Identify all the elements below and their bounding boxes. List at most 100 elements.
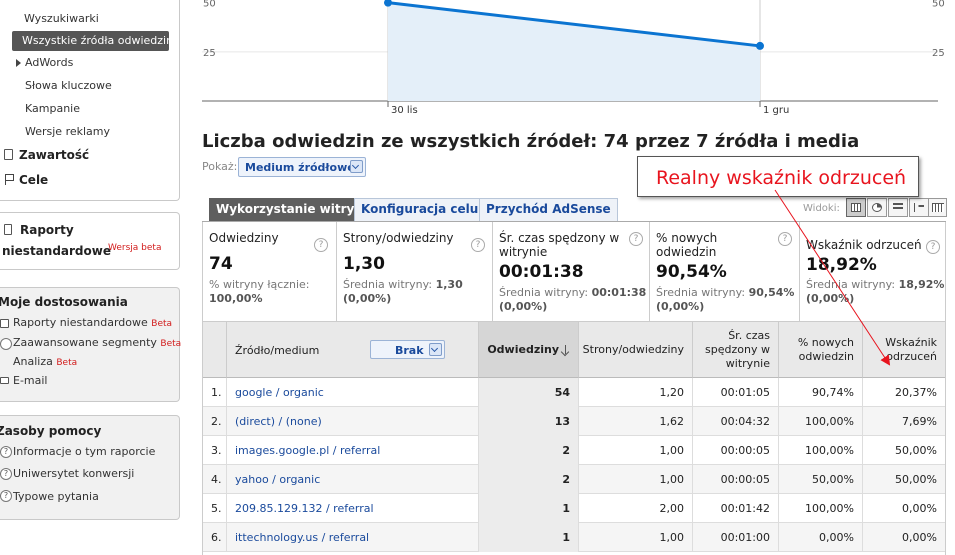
chart-area bbox=[388, 2, 760, 102]
sidebar-section-goals[interactable]: Cele bbox=[19, 173, 48, 187]
th-avg-time[interactable]: Śr. czas spędzony w witrynie bbox=[693, 322, 779, 378]
compare-view-icon[interactable] bbox=[909, 198, 929, 217]
cell-pages-per-visit: 1,00 bbox=[579, 523, 693, 552]
cell-source: images.google.pl / referral bbox=[227, 436, 479, 465]
cell-bounce-rate: 50,00% bbox=[895, 473, 937, 486]
help-item-about-report[interactable]: Informacje o tym raporcie bbox=[13, 445, 155, 458]
source-link[interactable]: 209.85.129.132 / referral bbox=[235, 502, 374, 515]
custom-reports-title-2[interactable]: niestandardowe bbox=[2, 244, 111, 258]
metric-label: % nowych odwiedzin bbox=[656, 231, 718, 259]
bar-view-icon[interactable] bbox=[888, 198, 908, 217]
metric-value: 18,92% bbox=[806, 255, 877, 275]
table-row: 6. ittechnology.us / referral 1 1,00 00:01:0… bbox=[203, 523, 945, 552]
metric-avg-time: Śr. czas spędzony w witrynie ? 00:01:38 … bbox=[493, 222, 650, 322]
expand-triangle-icon[interactable] bbox=[16, 59, 21, 67]
help-icon[interactable]: ? bbox=[629, 232, 643, 246]
sidebar-item-analysis[interactable]: Analiza Beta bbox=[13, 355, 77, 368]
source-link[interactable]: yahoo / organic bbox=[235, 473, 320, 486]
sidebar-item-advanced-segments[interactable]: Zaawansowane segmenty Beta bbox=[13, 336, 181, 349]
metric-value: 90,54% bbox=[656, 262, 727, 282]
help-icon[interactable]: ? bbox=[926, 240, 940, 254]
table-row: 1. google / organic 54 1,20 00:01:05 90,74% 20… bbox=[203, 378, 945, 407]
pie-view-icon[interactable] bbox=[867, 198, 887, 217]
th-pages-per-visit[interactable]: Strony/odwiedziny bbox=[579, 322, 693, 378]
metric-value: 74 bbox=[209, 254, 233, 274]
help-item-conversion-university[interactable]: Uniwersytet konwersji bbox=[13, 467, 134, 480]
sidebar-item-custom-reports[interactable]: Raporty niestandardowe Beta bbox=[13, 316, 172, 329]
tab-adsense-revenue[interactable]: Przychód AdSense bbox=[479, 198, 618, 221]
th-bounce-rate[interactable]: Wskaźnik odrzuceń bbox=[863, 322, 945, 378]
tab-site-usage[interactable]: Wykorzystanie witryny bbox=[209, 198, 378, 221]
table-view-icon[interactable] bbox=[846, 198, 866, 217]
chart-y-tick-label-right: 25 bbox=[932, 48, 945, 59]
chart-y-tick-label: 25 bbox=[203, 48, 216, 59]
chevron-down-icon[interactable] bbox=[429, 343, 442, 356]
cell-visits: 2 bbox=[479, 436, 579, 465]
metric-sub-value: 100,00% bbox=[209, 292, 263, 305]
dimension-select[interactable]: Medium źródłowe bbox=[238, 157, 366, 177]
sort-down-arrow-icon bbox=[562, 344, 570, 355]
help-icon[interactable]: ? bbox=[778, 232, 792, 246]
dimension-select-value: Medium źródłowe bbox=[245, 161, 355, 174]
metric-new-visits: % nowych odwiedzin ? 90,54% Średnia witr… bbox=[650, 222, 800, 322]
help-icon[interactable]: ? bbox=[471, 238, 485, 252]
th-visits-label: Odwiedziny bbox=[487, 322, 570, 377]
table-row: 3. images.google.pl / referral 2 1,00 00:00:… bbox=[203, 436, 945, 465]
cell-index: 6. bbox=[203, 523, 227, 552]
metric-sub: Średnia witryny: 18,92% bbox=[806, 278, 945, 291]
cell-index: 5. bbox=[203, 494, 227, 523]
tab-goal-set-1[interactable]: Konfiguracja celu 1 bbox=[354, 198, 498, 221]
custom-reports-title-1[interactable]: Raporty bbox=[20, 223, 74, 237]
cell-visits: 54 bbox=[479, 378, 579, 407]
metric-sub: Średnia witryny: 1,30 bbox=[343, 278, 463, 291]
cell-bounce-rate: 20,37% bbox=[895, 386, 937, 399]
help-item-common-questions[interactable]: Typowe pytania bbox=[13, 490, 99, 503]
cell-index: 3. bbox=[203, 436, 227, 465]
goals-flag-icon bbox=[5, 174, 14, 185]
source-link[interactable]: images.google.pl / referral bbox=[235, 444, 380, 457]
metric-label: Śr. czas spędzony w witrynie bbox=[499, 231, 620, 259]
metrics-summary: Odwiedziny ? 74 % witryny łącznie: 100,0… bbox=[202, 222, 946, 322]
table-row: 5. 209.85.129.132 / referral 1 2,00 00:01:42… bbox=[203, 494, 945, 523]
chart-y-tick-label-right: 50 bbox=[932, 0, 945, 10]
pivot-view-icon[interactable] bbox=[928, 198, 947, 217]
chevron-down-icon[interactable] bbox=[350, 160, 363, 173]
source-link[interactable]: (direct) / (none) bbox=[235, 415, 322, 428]
th-source-medium[interactable]: Źródło/medium Brak bbox=[227, 322, 479, 378]
secondary-dimension-select[interactable]: Brak bbox=[370, 340, 445, 359]
sidebar-item-campaigns[interactable]: Kampanie bbox=[25, 102, 80, 115]
sidebar-item-ad-versions[interactable]: Wersje reklamy bbox=[25, 125, 110, 138]
cell-bounce-rate: 50,00% bbox=[895, 444, 937, 457]
th-new-visits[interactable]: % nowych odwiedzin bbox=[779, 322, 863, 378]
metric-bounce-rate: Wskaźnik odrzuceń ? 18,92% Średnia witry… bbox=[800, 222, 947, 322]
cell-index: 4. bbox=[203, 465, 227, 494]
cell-pages-per-visit: 1,00 bbox=[579, 436, 693, 465]
th-pages-label: Strony/odwiedziny bbox=[582, 342, 684, 356]
sidebar-item-email[interactable]: E-mail bbox=[13, 374, 48, 387]
cell-source: google / organic bbox=[227, 378, 479, 407]
metric-value: 00:01:38 bbox=[499, 262, 584, 282]
help-icon[interactable]: ? bbox=[314, 238, 328, 252]
metric-sub: Średnia witryny: 90,54% bbox=[656, 286, 795, 299]
annotation-callout: Realny wskaźnik odrzuceń bbox=[637, 156, 919, 197]
metric-pages-per-visit: Strony/odwiedziny ? 1,30 Średnia witryny… bbox=[337, 222, 493, 322]
sidebar-item-all-sources[interactable]: Wszystkie źródła odwiedzin bbox=[12, 31, 173, 51]
metric-sub-change: (0,00%) bbox=[806, 292, 855, 305]
cell-new-visits: 100,00% bbox=[779, 494, 863, 523]
th-visits[interactable]: Odwiedziny bbox=[479, 322, 579, 378]
chart-marks bbox=[384, 0, 764, 102]
sidebar-item-adwords[interactable]: AdWords bbox=[25, 56, 73, 69]
cell-visits: 2 bbox=[479, 465, 579, 494]
metric-sub: Średnia witryny: 00:01:38 bbox=[499, 286, 647, 299]
source-link[interactable]: google / organic bbox=[235, 386, 324, 399]
sidebar-item-keywords[interactable]: Słowa kluczowe bbox=[25, 79, 112, 92]
annotation-text: Realny wskaźnik odrzuceń bbox=[656, 167, 907, 189]
sidebar-section-content[interactable]: Zawartość bbox=[19, 148, 89, 162]
cell-pages-per-visit: 1,00 bbox=[579, 465, 693, 494]
sidebar-item-search-engines[interactable]: Wyszukiwarki bbox=[24, 12, 99, 25]
metric-sub-change: (0,00%) bbox=[343, 292, 392, 305]
cell-avg-time: 00:04:32 bbox=[693, 407, 779, 436]
th-source-label: Źródło/medium bbox=[235, 344, 320, 357]
cell-index: 1. bbox=[203, 378, 227, 407]
source-link[interactable]: ittechnology.us / referral bbox=[235, 531, 369, 544]
